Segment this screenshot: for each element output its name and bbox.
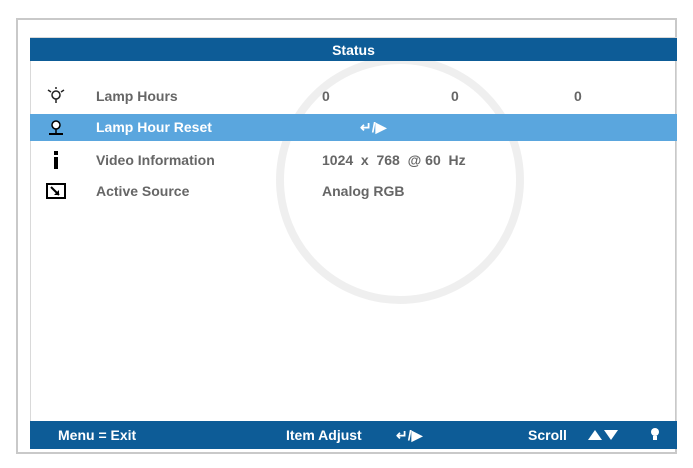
info-icon <box>45 150 67 170</box>
row-label: Lamp Hours <box>96 88 178 104</box>
lamp-hours-value-3: 0 <box>574 88 582 104</box>
row-video-information[interactable]: Video Information 1024 x 768 @ 60 Hz <box>30 147 677 173</box>
row-lamp-hours[interactable]: Lamp Hours 0 0 0 <box>30 83 677 109</box>
reset-enter-keys: ↵/▶ <box>360 119 387 135</box>
row-label: Video Information <box>96 152 215 168</box>
footer-bar: Menu = Exit Item Adjust ↵/▶ Scroll <box>30 421 677 449</box>
down-arrow-icon <box>604 430 618 440</box>
source-icon <box>45 181 67 201</box>
item-adjust-keys: ↵/▶ <box>396 427 423 443</box>
row-label: Active Source <box>96 183 190 199</box>
row-label: Lamp Hour Reset <box>96 119 212 135</box>
scroll-arrows-icon <box>588 430 618 440</box>
lamp-icon <box>45 86 67 106</box>
item-adjust-hint: Item Adjust <box>286 427 362 443</box>
menu-title-text: Status <box>332 41 375 58</box>
active-source-value: Analog RGB <box>322 183 405 199</box>
menu-title: Status <box>30 38 677 61</box>
row-lamp-hour-reset[interactable]: Lamp Hour Reset ↵/▶ <box>30 114 677 141</box>
lamp-indicator-icon <box>649 426 661 445</box>
row-active-source[interactable]: Active Source Analog RGB <box>30 178 677 204</box>
lamp-reset-icon <box>45 117 67 137</box>
scroll-hint: Scroll <box>528 427 567 443</box>
video-info-value: 1024 x 768 @ 60 Hz <box>322 152 466 168</box>
up-arrow-icon <box>588 430 602 440</box>
menu-exit-hint: Menu = Exit <box>58 427 137 443</box>
lamp-hours-value-1: 0 <box>322 88 330 104</box>
lamp-hours-value-2: 0 <box>451 88 459 104</box>
